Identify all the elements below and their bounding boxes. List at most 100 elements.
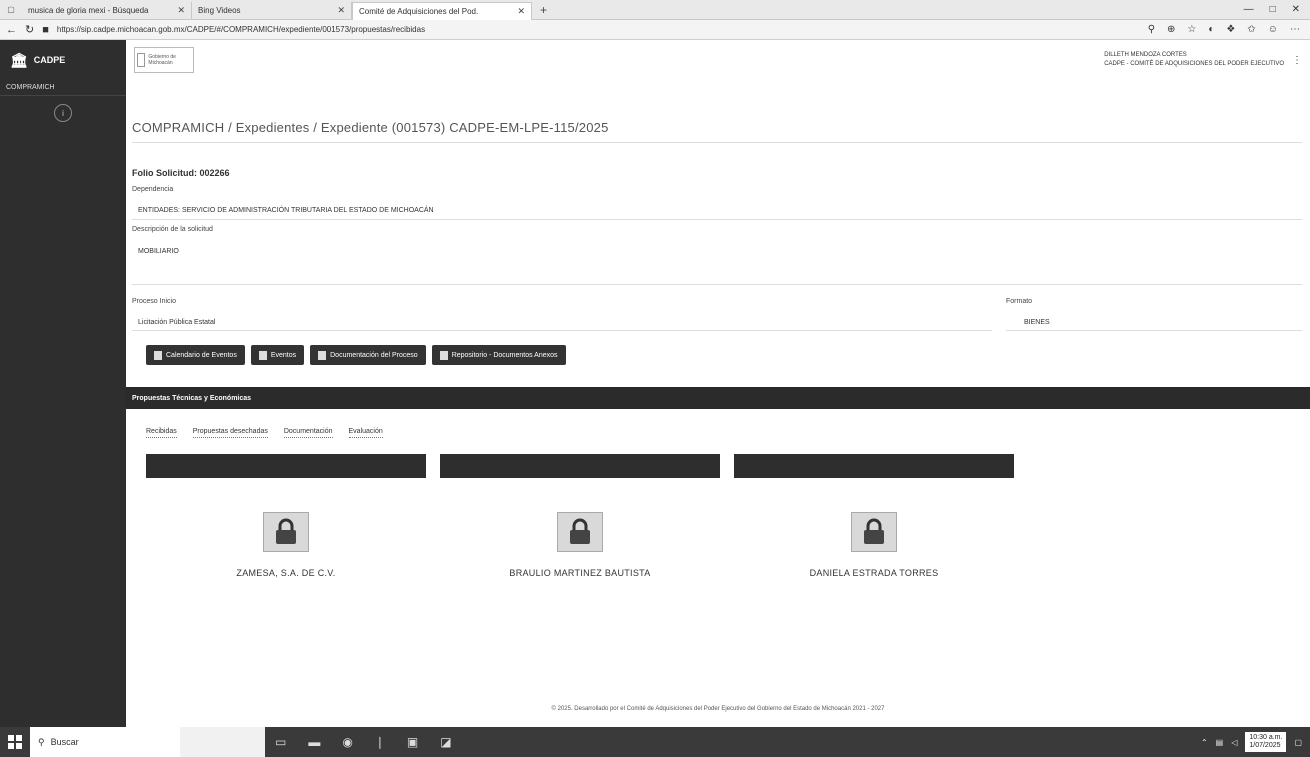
- proposal-cards: ZAMESA, S.A. DE C.V. BRAULIO MARTINEZ BA…: [146, 454, 1014, 578]
- browser-icon[interactable]: ◉: [342, 735, 352, 749]
- proceso-label: Proceso Inicio: [132, 298, 176, 305]
- top-header: Gobierno de Michoacán DILLETH MENDOZA CO…: [126, 40, 1310, 80]
- tab-recibidas[interactable]: Recibidas: [146, 428, 177, 438]
- close-tab-icon[interactable]: ✕: [337, 5, 345, 16]
- tab-evaluacion[interactable]: Evaluación: [348, 428, 383, 438]
- footer: © 2025. Desarrollado por el Comité de Ad…: [551, 706, 885, 712]
- building-icon: 🏛: [10, 51, 28, 68]
- file-explorer-icon[interactable]: ▬: [308, 735, 320, 749]
- calendario-button[interactable]: Calendario de Eventos: [146, 345, 245, 365]
- chevron-up-icon[interactable]: ⌃: [1201, 738, 1208, 747]
- government-logo: Gobierno de Michoacán: [134, 47, 194, 73]
- task-view-area[interactable]: [180, 727, 265, 757]
- browser-toolbar: ⚲ ⊕ ☆ ◐ ❖ ✩ ☺ ⋯: [1148, 24, 1310, 35]
- button-label: Repositorio - Documentos Anexos: [451, 351, 558, 359]
- repositorio-button[interactable]: Repositorio - Documentos Anexos: [431, 345, 566, 365]
- government-logo-text: Gobierno de Michoacán: [148, 54, 176, 66]
- browser-tab-search[interactable]: musica de gloria mexi - Búsqueda ✕: [22, 1, 192, 20]
- tab-label: musica de gloria mexi - Búsqueda: [28, 6, 149, 15]
- user-menu-icon[interactable]: ⋮: [1292, 55, 1302, 66]
- search-icon[interactable]: ⚲: [1148, 24, 1155, 35]
- time: 10:30 a.m.: [1249, 734, 1283, 741]
- network-icon[interactable]: ▤: [1216, 738, 1224, 747]
- new-tab-button[interactable]: +: [532, 3, 555, 17]
- sidebar: 🏛 CADPE COMPRAMICH i: [0, 40, 126, 727]
- eventos-button[interactable]: Eventos: [250, 345, 305, 365]
- info-icon[interactable]: i: [54, 104, 72, 122]
- emblem-icon: [137, 53, 146, 67]
- date: 1/07/2025: [1249, 742, 1281, 749]
- taskbar-apps: ▭ ▬ ◉ ❘ ▣ ◪: [265, 735, 452, 749]
- close-tab-icon[interactable]: ✕: [517, 6, 525, 17]
- proposal-card[interactable]: ZAMESA, S.A. DE C.V.: [146, 454, 426, 578]
- taskbar: ⚲ Buscar ▭ ▬ ◉ ❘ ▣ ◪ ⌃ ▤ ◁ 10:30 a.m. 1/…: [0, 727, 1310, 757]
- close-tab-icon[interactable]: ✕: [177, 5, 185, 16]
- minimize-icon[interactable]: —: [1244, 4, 1254, 15]
- document-icon: [318, 350, 327, 360]
- store-icon[interactable]: ▣: [407, 735, 418, 749]
- refresh-icon[interactable]: ↻: [25, 23, 34, 36]
- dependencia-label: Dependencia: [132, 186, 174, 193]
- start-icon[interactable]: [0, 727, 30, 757]
- clock[interactable]: 10:30 a.m. 1/07/2025: [1245, 732, 1287, 752]
- events-icon: [258, 350, 267, 360]
- proposal-name: ZAMESA, S.A. DE C.V.: [236, 568, 336, 578]
- browser-tab-cadpe[interactable]: Comité de Adquisiciones del Pod. ✕: [352, 1, 532, 20]
- extensions-icon[interactable]: ◐: [1208, 24, 1214, 35]
- volume-icon[interactable]: ◁: [1231, 738, 1237, 747]
- calendar-icon: [154, 350, 162, 360]
- formato-label: Formato: [1006, 298, 1033, 305]
- user-role: CADPE - COMITÉ DE ADQUISICIONES DEL PODE…: [1104, 61, 1284, 67]
- divider: [132, 284, 1302, 285]
- close-window-icon[interactable]: ✕: [1292, 4, 1300, 15]
- proceso-value: Licitación Pública Estatal: [138, 319, 216, 326]
- card-header: [146, 454, 426, 478]
- collections-icon[interactable]: ❖: [1226, 24, 1235, 35]
- favorites-icon[interactable]: ✩: [1247, 24, 1255, 35]
- tab-documentacion[interactable]: Documentación: [283, 428, 333, 438]
- button-label: Documentación del Proceso: [330, 351, 418, 359]
- system-tray: ⌃ ▤ ◁ 10:30 a.m. 1/07/2025 ▢: [1201, 732, 1310, 752]
- formato-value: BIENES: [1024, 319, 1050, 326]
- back-icon[interactable]: ←: [6, 24, 17, 36]
- tab-desechadas[interactable]: Propuestas desechadas: [192, 428, 268, 438]
- lock-icon[interactable]: [851, 512, 897, 552]
- main-content: Gobierno de Michoacán DILLETH MENDOZA CO…: [126, 40, 1310, 727]
- proposal-card[interactable]: BRAULIO MARTINEZ BAUTISTA: [440, 454, 720, 578]
- lock-icon[interactable]: [557, 512, 603, 552]
- notifications-icon[interactable]: ▢: [1294, 738, 1302, 747]
- proposal-card[interactable]: DANIELA ESTRADA TORRES: [734, 454, 1014, 578]
- window-menu-icon[interactable]: ▢: [0, 0, 22, 20]
- user-info: DILLETH MENDOZA CORTES CADPE - COMITÉ DE…: [1104, 51, 1284, 69]
- documentacion-button[interactable]: Documentación del Proceso: [310, 345, 426, 365]
- search-label: Buscar: [50, 737, 79, 747]
- profile-icon[interactable]: ☺: [1268, 24, 1278, 35]
- browser-tab-videos[interactable]: Bing Videos ✕: [192, 1, 352, 20]
- card-header: [734, 454, 1014, 478]
- divider: [132, 142, 1302, 143]
- search-icon: ⚲: [38, 736, 45, 747]
- zoom-icon[interactable]: ⊕: [1167, 24, 1175, 35]
- lock-icon[interactable]: [263, 512, 309, 552]
- taskbar-search[interactable]: ⚲ Buscar: [30, 727, 180, 757]
- tab-label: Comité de Adquisiciones del Pod.: [359, 6, 479, 16]
- url-field[interactable]: https://sip.cadpe.michoacan.gob.mx/CADPE…: [57, 25, 425, 34]
- descripcion-label: Descripción de la solicitud: [132, 226, 213, 233]
- user-name: DILLETH MENDOZA CORTES: [1104, 52, 1187, 58]
- proposal-name: BRAULIO MARTINEZ BAUTISTA: [509, 568, 651, 578]
- maximize-icon[interactable]: □: [1270, 4, 1276, 15]
- tab-label: Bing Videos: [198, 6, 241, 15]
- descripcion-value: MOBILIARIO: [138, 248, 179, 255]
- window-controls: — □ ✕: [1244, 4, 1310, 15]
- card-header: [440, 454, 720, 478]
- sidebar-item-compramich[interactable]: COMPRAMICH: [0, 80, 126, 96]
- action-buttons: Calendario de Eventos Eventos Documentac…: [146, 345, 566, 365]
- brand[interactable]: 🏛 CADPE: [0, 40, 126, 80]
- divider: [1006, 330, 1302, 331]
- favorite-star-icon[interactable]: ☆: [1187, 24, 1196, 35]
- word-icon[interactable]: ◪: [440, 735, 451, 749]
- browser-tab-strip: ▢ musica de gloria mexi - Búsqueda ✕ Bin…: [0, 0, 1310, 20]
- task-view-icon[interactable]: ▭: [275, 735, 286, 749]
- more-menu-icon[interactable]: ⋯: [1290, 24, 1300, 35]
- app-icon[interactable]: ❘: [375, 735, 385, 749]
